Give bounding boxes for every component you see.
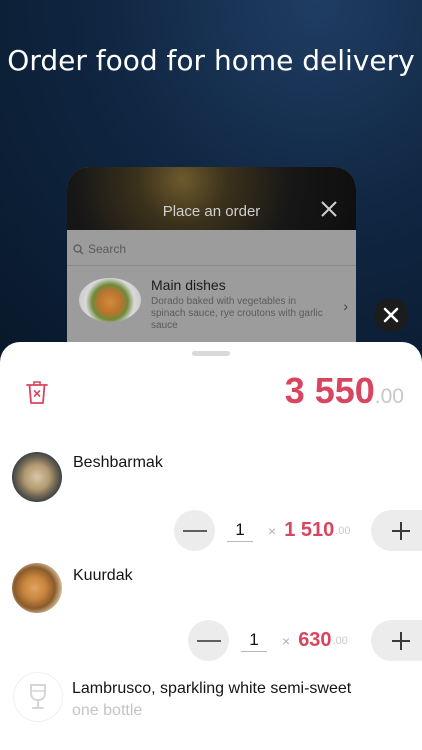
chevron-right-icon: ›	[343, 298, 348, 314]
close-icon	[383, 307, 399, 323]
quantity-value[interactable]: 1	[241, 630, 267, 652]
trash-icon[interactable]	[25, 379, 49, 405]
wine-placeholder	[13, 672, 63, 722]
increase-button[interactable]	[371, 620, 422, 661]
item-name: Lambrusco, sparkling white semi-sweet	[72, 680, 352, 697]
quantity-row: 1 × 1 510 .00	[174, 510, 351, 551]
dish-image	[79, 278, 141, 322]
minus-icon	[182, 529, 207, 532]
preview-close-icon	[321, 201, 337, 217]
plus-icon	[392, 521, 410, 540]
preview-divider	[67, 265, 356, 266]
item-name: Kuurdak	[73, 567, 133, 584]
beshbarmak-image	[12, 452, 62, 502]
item-subtitle: one bottle	[72, 702, 143, 719]
item-price: 1 510	[284, 519, 335, 541]
decrease-button[interactable]	[188, 620, 229, 661]
item-name: Beshbarmak	[73, 454, 163, 471]
cart-sheet: 3 550 .00 Beshbarmak 1 × 1 510 .00 Kuurd…	[0, 342, 422, 750]
quantity-value[interactable]: 1	[227, 520, 253, 542]
times-sign: ×	[268, 522, 277, 539]
preview-title: Place an order	[162, 203, 261, 220]
preview-description: Dorado baked with vegetables in spinach …	[151, 296, 323, 331]
preview-header	[67, 167, 356, 230]
preview-search: Search	[73, 242, 126, 256]
headline: Order food for home delivery	[7, 44, 415, 77]
item-price-decimal: .00	[335, 524, 351, 537]
cart-total: 3 550 .00	[285, 370, 404, 412]
kuurdak-image	[12, 563, 62, 613]
order-preview-card: Place an order Search Main dishes Dorado…	[67, 167, 356, 367]
increase-button[interactable]	[371, 510, 422, 551]
total-decimal: .00	[374, 385, 404, 408]
preview-category: Main dishes	[151, 277, 226, 293]
plus-icon	[392, 631, 410, 650]
minus-icon	[196, 639, 221, 642]
item-price-decimal: .00	[332, 634, 348, 647]
dismiss-button[interactable]	[374, 298, 408, 332]
times-sign: ×	[282, 632, 291, 649]
item-price: 630	[298, 629, 332, 651]
sheet-grabber[interactable]	[192, 351, 230, 356]
wine-glass-icon	[30, 684, 46, 709]
decrease-button[interactable]	[174, 510, 215, 551]
search-icon	[73, 243, 84, 254]
preview-search-placeholder: Search	[88, 242, 127, 256]
quantity-row: 1 × 630 .00	[188, 620, 348, 661]
total-amount: 3 550	[284, 370, 375, 411]
